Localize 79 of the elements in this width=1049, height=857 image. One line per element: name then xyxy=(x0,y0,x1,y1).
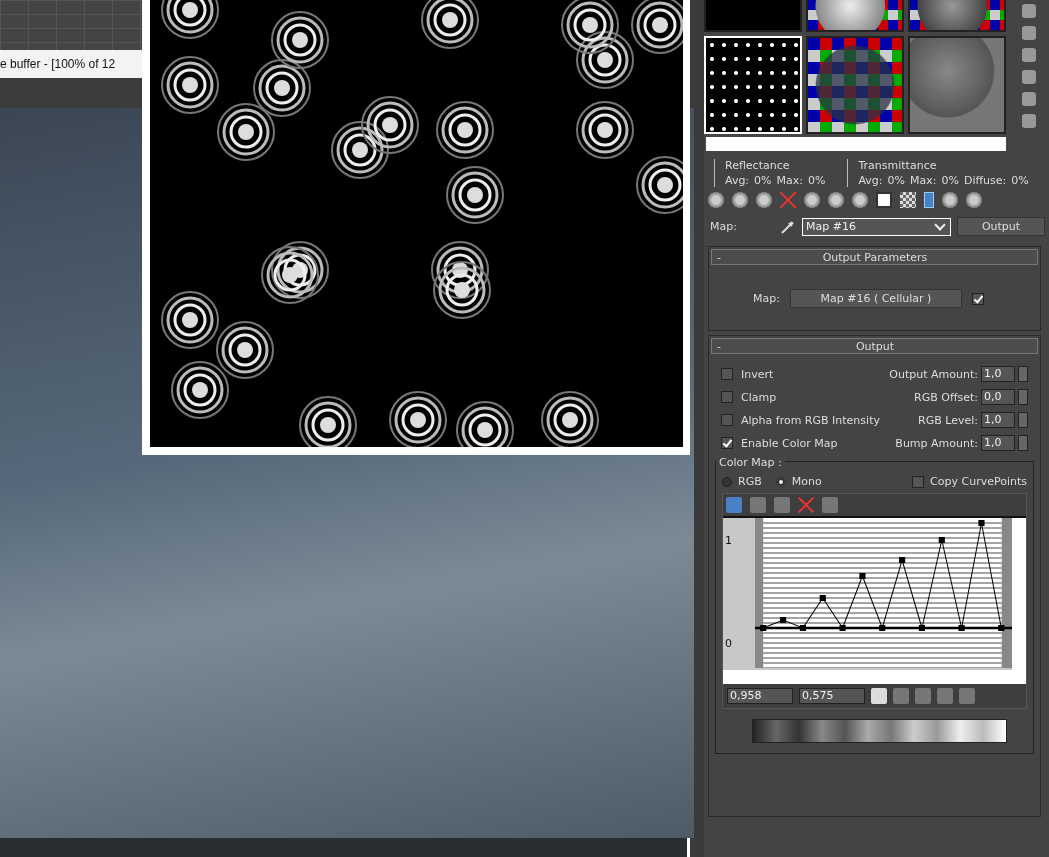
material-slot[interactable] xyxy=(806,0,904,32)
stat-label: Max: xyxy=(776,174,803,187)
checkbox-label: Clamp xyxy=(741,390,777,404)
tool-icon[interactable] xyxy=(966,192,982,208)
curve-point[interactable] xyxy=(918,625,926,631)
radio-button[interactable] xyxy=(722,476,732,487)
scroll-bar[interactable] xyxy=(706,137,1006,151)
checkbox-label: Alpha from RGB Intensity xyxy=(741,413,880,427)
checkbox[interactable] xyxy=(721,414,733,426)
spinner-label: Output Amount: xyxy=(889,367,978,381)
curve-point[interactable] xyxy=(899,557,906,563)
radio-button[interactable] xyxy=(775,476,786,487)
curve-point[interactable] xyxy=(879,625,886,631)
output-button[interactable]: Output xyxy=(957,217,1045,236)
curve-point[interactable] xyxy=(780,617,787,623)
spinner-arrows-icon[interactable] xyxy=(1018,389,1028,405)
coordinate-field[interactable]: 0,958 xyxy=(727,688,793,704)
eyedropper-icon[interactable] xyxy=(780,218,796,235)
curve-point[interactable] xyxy=(760,625,767,631)
map-label: Map: xyxy=(753,292,780,305)
cross-icon[interactable] xyxy=(798,497,814,513)
number-field[interactable]: 1,0 xyxy=(981,435,1015,451)
map-button[interactable]: Map #16 ( Cellular ) xyxy=(789,289,962,308)
scroll-bar[interactable] xyxy=(723,670,1026,684)
number-field[interactable]: 1,0 xyxy=(981,412,1015,428)
cross-icon[interactable] xyxy=(780,192,796,208)
spinner-arrows-icon[interactable] xyxy=(1018,435,1028,451)
number-field[interactable]: 1,0 xyxy=(981,366,1015,382)
stat-value: 0% xyxy=(808,174,826,187)
stat-label: Diffuse: xyxy=(963,174,1007,187)
checkbox[interactable] xyxy=(912,475,925,488)
map-dropdown[interactable]: Map #16 xyxy=(802,217,951,236)
tool-icon[interactable] xyxy=(876,192,892,208)
material-slot[interactable] xyxy=(806,36,904,134)
map-label: Map: xyxy=(710,220,738,233)
radio-label: Mono xyxy=(791,475,822,488)
checkbox[interactable] xyxy=(721,391,733,403)
checkbox[interactable] xyxy=(721,437,733,449)
stat-label: Avg: xyxy=(725,174,750,187)
tool-icon[interactable] xyxy=(708,192,724,208)
curve-point[interactable] xyxy=(799,625,806,631)
rollout-header[interactable]: - Output Parameters xyxy=(711,249,1038,265)
checkbox-label: Copy CurvePoints xyxy=(930,475,1027,488)
window-title: e buffer - [100% of 12 xyxy=(0,50,142,78)
coordinate-field[interactable]: 0,575 xyxy=(799,688,865,704)
group-title: Color Map : xyxy=(716,456,785,469)
checkbox-label: Enable Color Map xyxy=(741,436,838,450)
spinner-arrows-icon[interactable] xyxy=(1018,366,1028,382)
transmittance-label: Transmittance xyxy=(858,159,938,172)
rollout-header[interactable]: - Output xyxy=(711,338,1038,354)
spinner-label: RGB Offset: xyxy=(914,390,978,404)
tool-icon[interactable] xyxy=(942,192,958,208)
stat-value: 0% xyxy=(754,174,772,187)
reflectance-label: Reflectance xyxy=(725,159,791,172)
stat-value: 0% xyxy=(887,174,905,187)
curve-point[interactable] xyxy=(958,625,965,631)
stat-value: 0% xyxy=(941,174,959,187)
spinner-arrows-icon[interactable] xyxy=(1018,412,1028,428)
number-field[interactable]: 0,0 xyxy=(981,389,1015,405)
stat-value: 0% xyxy=(1011,174,1029,187)
tool-icon[interactable] xyxy=(828,192,844,208)
spinner-label: Bump Amount: xyxy=(895,436,978,450)
radio-label: RGB xyxy=(738,475,762,488)
curve-point[interactable] xyxy=(819,595,826,601)
checkbox-label: Invert xyxy=(741,367,774,381)
stat-label: Max: xyxy=(910,174,937,187)
tool-icon[interactable] xyxy=(756,192,772,208)
axis-label: 0 xyxy=(725,637,733,650)
spinner-label: RGB Level: xyxy=(918,413,978,427)
tool-icon[interactable] xyxy=(732,192,748,208)
checkbox[interactable] xyxy=(721,368,733,380)
material-slot[interactable] xyxy=(908,0,1006,32)
stat-label: Avg: xyxy=(858,174,883,187)
checkbox[interactable] xyxy=(971,292,984,305)
scroll-bar[interactable] xyxy=(1012,518,1026,670)
curve-point[interactable] xyxy=(938,537,945,543)
axis-label: 1 xyxy=(725,534,733,547)
tool-icon[interactable] xyxy=(852,192,868,208)
tool-icon[interactable] xyxy=(804,192,820,208)
